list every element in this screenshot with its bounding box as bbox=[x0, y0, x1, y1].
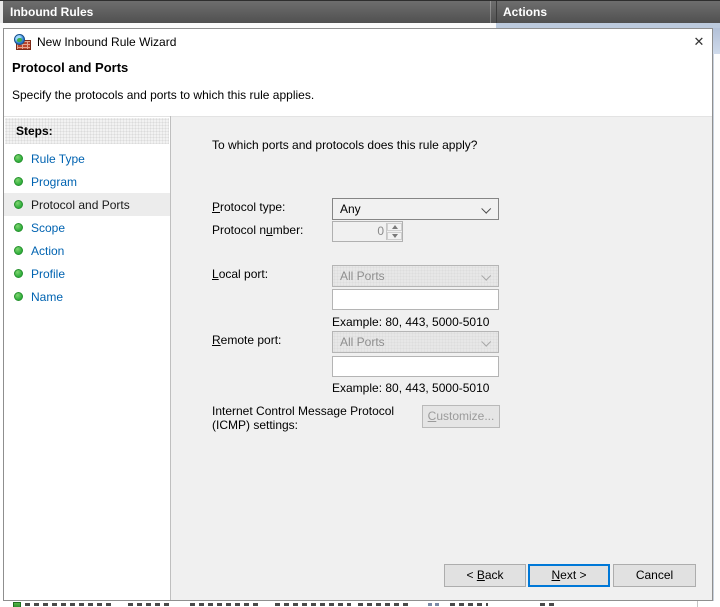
step-label: Rule Type bbox=[31, 151, 85, 166]
close-icon[interactable]: ✕ bbox=[688, 32, 710, 52]
protocol-type-label: Protocol type: bbox=[212, 200, 286, 214]
panel-seam bbox=[490, 1, 491, 24]
new-inbound-rule-wizard-dialog: New Inbound Rule Wizard ✕ Protocol and P… bbox=[3, 28, 713, 601]
step-label: Scope bbox=[31, 220, 66, 235]
chevron-down-icon bbox=[481, 270, 492, 281]
local-port-example-text: Example: 80, 443, 5000-5010 bbox=[332, 315, 490, 329]
remote-port-dropdown[interactable]: All Ports bbox=[332, 331, 499, 353]
triangle-down-icon bbox=[391, 234, 398, 238]
triangle-up-icon bbox=[391, 225, 398, 229]
green-bullet-icon bbox=[14, 200, 23, 209]
protocol-number-label: Protocol number: bbox=[212, 223, 304, 237]
protocol-type-dropdown[interactable]: Any bbox=[332, 198, 499, 220]
inbound-rules-panel-header: Inbound Rules bbox=[10, 5, 94, 19]
clipped-text bbox=[540, 603, 558, 606]
remote-port-value: All Ports bbox=[340, 335, 385, 349]
sidebar-item-name[interactable]: Name bbox=[4, 285, 170, 308]
screen: Inbound Rules Actions New Inbound Rule W… bbox=[0, 0, 720, 607]
question-text: To which ports and protocols does this r… bbox=[212, 138, 478, 152]
window-left-edge bbox=[0, 1, 3, 24]
steps-label: Steps: bbox=[16, 124, 53, 138]
remote-port-label: Remote port: bbox=[212, 333, 282, 347]
green-bullet-icon bbox=[14, 223, 23, 232]
local-port-input[interactable] bbox=[332, 289, 499, 310]
page-title: Protocol and Ports bbox=[12, 60, 129, 75]
clipped-text bbox=[275, 603, 351, 606]
local-port-value: All Ports bbox=[340, 269, 385, 283]
green-bullet-icon bbox=[14, 177, 23, 186]
chevron-down-icon bbox=[481, 203, 492, 214]
firewall-icon bbox=[14, 34, 32, 51]
green-bullet-icon bbox=[14, 154, 23, 163]
rule-enabled-icon bbox=[13, 602, 21, 607]
page-subtitle: Specify the protocols and ports to which… bbox=[12, 88, 315, 102]
step-label: Protocol and Ports bbox=[31, 197, 130, 212]
wizard-content: To which ports and protocols does this r… bbox=[171, 116, 712, 600]
clipped-text bbox=[450, 603, 488, 606]
sidebar-item-rule-type[interactable]: Rule Type bbox=[4, 147, 170, 170]
clipped-text bbox=[358, 603, 412, 606]
dialog-titlebar: New Inbound Rule Wizard ✕ bbox=[4, 29, 712, 56]
step-label: Program bbox=[31, 174, 78, 189]
actions-panel-sliver-body bbox=[713, 54, 720, 607]
console-header-bar: Inbound Rules Actions bbox=[0, 0, 720, 24]
sidebar-item-protocol-and-ports[interactable]: Protocol and Ports bbox=[4, 193, 170, 216]
step-label: Action bbox=[31, 243, 65, 258]
clipped-text bbox=[190, 603, 258, 606]
protocol-type-value: Any bbox=[340, 202, 361, 216]
icmp-settings-label: Internet Control Message Protocol (ICMP)… bbox=[212, 404, 395, 432]
back-button[interactable]: < Back bbox=[444, 564, 526, 587]
protocol-number-stepper[interactable]: 0 bbox=[332, 221, 403, 242]
sidebar-item-program[interactable]: Program bbox=[4, 170, 170, 193]
protocol-number-value: 0 bbox=[377, 224, 384, 238]
sidebar-item-action[interactable]: Action bbox=[4, 239, 170, 262]
steps-sidebar: Steps: Rule Type Program Protocol and Po… bbox=[4, 116, 170, 600]
globe-icon-part bbox=[14, 34, 25, 45]
green-bullet-icon bbox=[14, 246, 23, 255]
dialog-title: New Inbound Rule Wizard bbox=[37, 35, 177, 49]
remote-port-example-text: Example: 80, 443, 5000-5010 bbox=[332, 381, 490, 395]
clipped-icon bbox=[428, 603, 440, 606]
remote-port-input[interactable] bbox=[332, 356, 499, 377]
actions-panel-header: Actions bbox=[503, 5, 548, 19]
spin-up-button[interactable] bbox=[387, 223, 402, 231]
green-bullet-icon bbox=[14, 269, 23, 278]
steps-list: Rule Type Program Protocol and Ports Sco… bbox=[4, 147, 170, 308]
sidebar-item-scope[interactable]: Scope bbox=[4, 216, 170, 239]
spinner-buttons bbox=[386, 223, 402, 240]
column-divider bbox=[697, 601, 698, 607]
step-label: Profile bbox=[31, 266, 66, 281]
local-port-dropdown[interactable]: All Ports bbox=[332, 265, 499, 287]
green-bullet-icon bbox=[14, 292, 23, 301]
actions-panel-sliver bbox=[713, 28, 720, 54]
clipped-text bbox=[128, 603, 173, 606]
chevron-down-icon bbox=[481, 336, 492, 347]
next-button[interactable]: Next > bbox=[528, 564, 610, 587]
steps-header-band: Steps: bbox=[5, 118, 169, 144]
step-label: Name bbox=[31, 289, 64, 304]
clipped-text bbox=[25, 603, 115, 606]
background-rule-row[interactable] bbox=[0, 601, 720, 607]
cancel-button[interactable]: Cancel bbox=[613, 564, 696, 587]
sidebar-item-profile[interactable]: Profile bbox=[4, 262, 170, 285]
panel-seam-dark bbox=[496, 1, 497, 24]
customize-button[interactable]: Customize... bbox=[422, 405, 500, 428]
local-port-label: Local port: bbox=[212, 267, 269, 281]
spin-down-button[interactable] bbox=[387, 232, 402, 240]
